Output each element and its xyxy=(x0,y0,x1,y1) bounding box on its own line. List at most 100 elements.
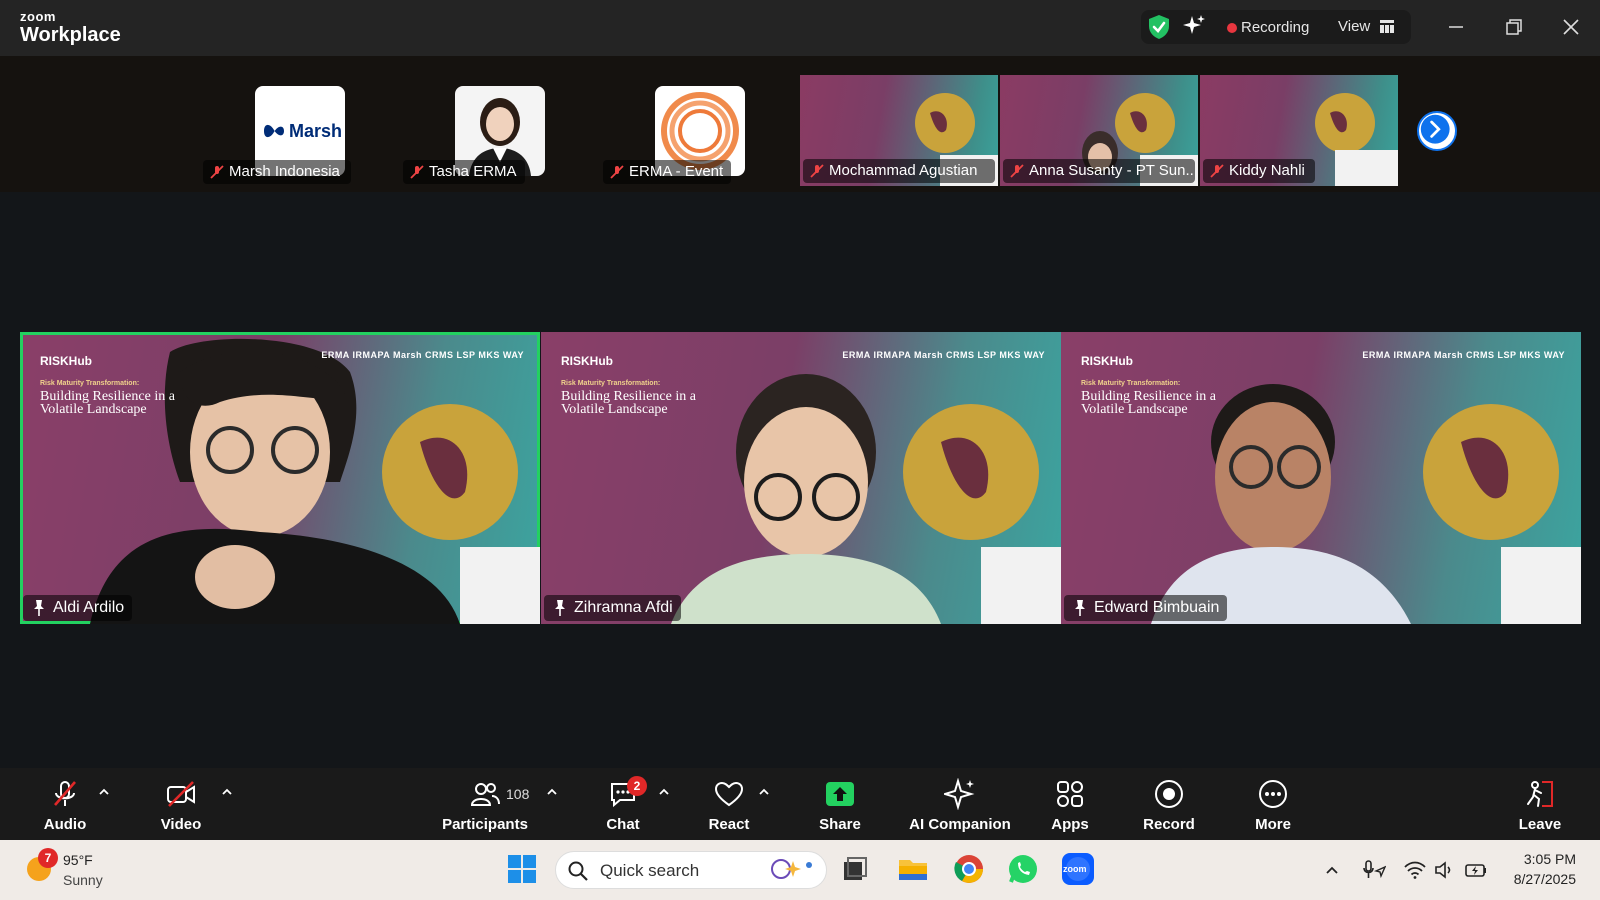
participant-name: ERMA - Event xyxy=(629,163,724,180)
participant-name-label: Anna Susanty - PT Sun... xyxy=(1003,159,1195,183)
show-hidden-icons-chevron-icon[interactable] xyxy=(1324,862,1340,878)
record-icon xyxy=(1155,780,1183,808)
ai-companion-button[interactable]: AI Companion xyxy=(900,778,1020,838)
leave-button[interactable]: Leave xyxy=(1505,778,1575,838)
participant-video-thumbnail[interactable]: Anna Susanty - PT Sun... xyxy=(1000,75,1198,186)
participant-name: Zihramna Afdi xyxy=(574,599,673,616)
taskbar-clock-time[interactable]: 3:05 PM xyxy=(1524,851,1576,867)
participant-name-label: ERMA - Event xyxy=(603,160,731,184)
muted-mic-icon xyxy=(610,165,624,179)
restore-icon[interactable] xyxy=(1501,14,1527,40)
marsh-logo-text: Marsh xyxy=(289,121,343,141)
share-button[interactable]: Share xyxy=(805,778,875,838)
partner-logos: ERMA IRMAPA Marsh CRMS LSP MKS WAY xyxy=(1362,350,1565,360)
slide-subtitle: Risk Maturity Transformation: xyxy=(40,380,140,387)
shield-check-icon[interactable] xyxy=(1148,14,1170,40)
more-button[interactable]: More xyxy=(1238,778,1308,838)
record-button[interactable]: Record xyxy=(1134,778,1204,838)
more-label: More xyxy=(1255,816,1291,833)
react-label: React xyxy=(708,816,750,833)
muted-mic-icon xyxy=(810,164,824,178)
react-button[interactable]: React xyxy=(694,778,764,838)
participant-video-thumbnail[interactable]: Mochammad Agustian xyxy=(800,75,998,186)
active-speaker-tile[interactable]: RISKHub Risk Maturity Transformation: Bu… xyxy=(20,332,540,624)
weather-temperature[interactable]: 95°F xyxy=(63,852,93,868)
leave-door-icon xyxy=(1527,781,1553,807)
slide-brand: RISKHub xyxy=(1081,354,1133,368)
volume-icon[interactable] xyxy=(1434,860,1456,880)
participant-video xyxy=(1151,384,1581,624)
participant-video-tile[interactable]: RISKHub Risk Maturity Transformation: Bu… xyxy=(541,332,1061,624)
next-page-button[interactable] xyxy=(1417,111,1457,151)
audio-button[interactable]: Audio xyxy=(30,778,100,838)
apps-label: Apps xyxy=(1051,816,1089,833)
file-explorer-icon[interactable] xyxy=(896,852,930,886)
view-button[interactable]: View xyxy=(1338,18,1370,35)
slide-title: Building Resilience in a Volatile Landsc… xyxy=(561,389,696,417)
participant-name-label: Mochammad Agustian xyxy=(803,159,995,183)
wifi-icon[interactable] xyxy=(1404,860,1426,880)
participant-name: Marsh Indonesia xyxy=(229,163,340,180)
app-logo-workplace: Workplace xyxy=(20,24,121,46)
participant-name-label: Marsh Indonesia xyxy=(203,160,351,184)
recording-indicator[interactable]: Recording xyxy=(1241,19,1309,36)
zoom-app-icon-text: zoom xyxy=(1063,864,1087,874)
apps-button[interactable]: Apps xyxy=(1035,778,1105,838)
participant-name: Edward Bimbuain xyxy=(1094,599,1220,616)
ai-sparkle-icon[interactable] xyxy=(1182,14,1206,38)
weather-condition[interactable]: Sunny xyxy=(63,872,103,888)
audio-options-caret-icon[interactable] xyxy=(98,786,110,798)
muted-microphone-icon xyxy=(54,781,76,806)
windows-start-icon[interactable] xyxy=(505,852,539,886)
participant-name: Anna Susanty - PT Sun... xyxy=(1029,162,1195,179)
video-button[interactable]: Video xyxy=(146,778,216,838)
participant-name-label: Edward Bimbuain xyxy=(1064,595,1228,621)
ai-companion-label: AI Companion xyxy=(909,816,1011,833)
pin-icon xyxy=(555,600,565,616)
audio-label: Audio xyxy=(43,816,87,833)
grid-view-icon[interactable] xyxy=(1380,20,1394,33)
minimize-icon[interactable] xyxy=(1443,14,1469,40)
heart-icon xyxy=(714,781,744,807)
record-label: Record xyxy=(1143,816,1195,833)
video-options-caret-icon[interactable] xyxy=(221,786,233,798)
apps-icon xyxy=(1057,781,1083,807)
share-screen-icon xyxy=(826,782,854,806)
participant-name-label: Aldi Ardilo xyxy=(23,595,133,621)
chrome-icon[interactable] xyxy=(952,852,986,886)
partner-logos: ERMA IRMAPA Marsh CRMS LSP MKS WAY xyxy=(321,350,524,360)
chat-options-caret-icon[interactable] xyxy=(658,786,670,798)
task-view-icon[interactable] xyxy=(838,852,872,886)
search-highlight-icon xyxy=(771,859,812,879)
muted-mic-icon xyxy=(210,165,224,179)
participant-name: Aldi Ardilo xyxy=(53,599,125,616)
chat-button[interactable]: Chat xyxy=(588,778,658,838)
app-logo: zoom Workplace xyxy=(20,10,121,45)
slide-title: Building Resilience in a Volatile Landsc… xyxy=(40,389,175,417)
participants-options-caret-icon[interactable] xyxy=(546,786,558,798)
close-icon[interactable] xyxy=(1558,14,1584,40)
participant-name: Mochammad Agustian xyxy=(829,162,978,179)
slide-brand: RISKHub xyxy=(561,354,613,368)
video-off-icon xyxy=(167,781,195,807)
microphone-location-icon[interactable] xyxy=(1362,859,1386,881)
taskbar-clock-date[interactable]: 8/27/2025 xyxy=(1514,871,1576,887)
muted-mic-icon xyxy=(1010,164,1024,178)
zoom-window: zoom Workplace Recording View Marsh Mars… xyxy=(0,0,1600,900)
app-logo-zoom: zoom xyxy=(20,9,56,24)
chat-unread-badge: 2 xyxy=(627,776,647,796)
whatsapp-icon[interactable] xyxy=(1006,852,1040,886)
slide-title: Building Resilience in a Volatile Landsc… xyxy=(1081,389,1216,417)
battery-charging-icon[interactable] xyxy=(1464,860,1488,880)
react-options-caret-icon[interactable] xyxy=(758,786,770,798)
meeting-controls-bar xyxy=(0,768,1600,840)
participant-name: Tasha ERMA xyxy=(429,163,517,180)
video-label: Video xyxy=(160,816,202,833)
leave-label: Leave xyxy=(1518,816,1562,833)
slide-subtitle: Risk Maturity Transformation: xyxy=(561,380,661,387)
weather-notification-badge: 7 xyxy=(38,848,58,868)
participant-video-tile[interactable]: RISKHub Risk Maturity Transformation: Bu… xyxy=(1061,332,1581,624)
participant-video-thumbnail[interactable]: Kiddy Nahli xyxy=(1200,75,1398,186)
search-icon xyxy=(568,861,588,881)
participant-name: Kiddy Nahli xyxy=(1229,162,1305,179)
